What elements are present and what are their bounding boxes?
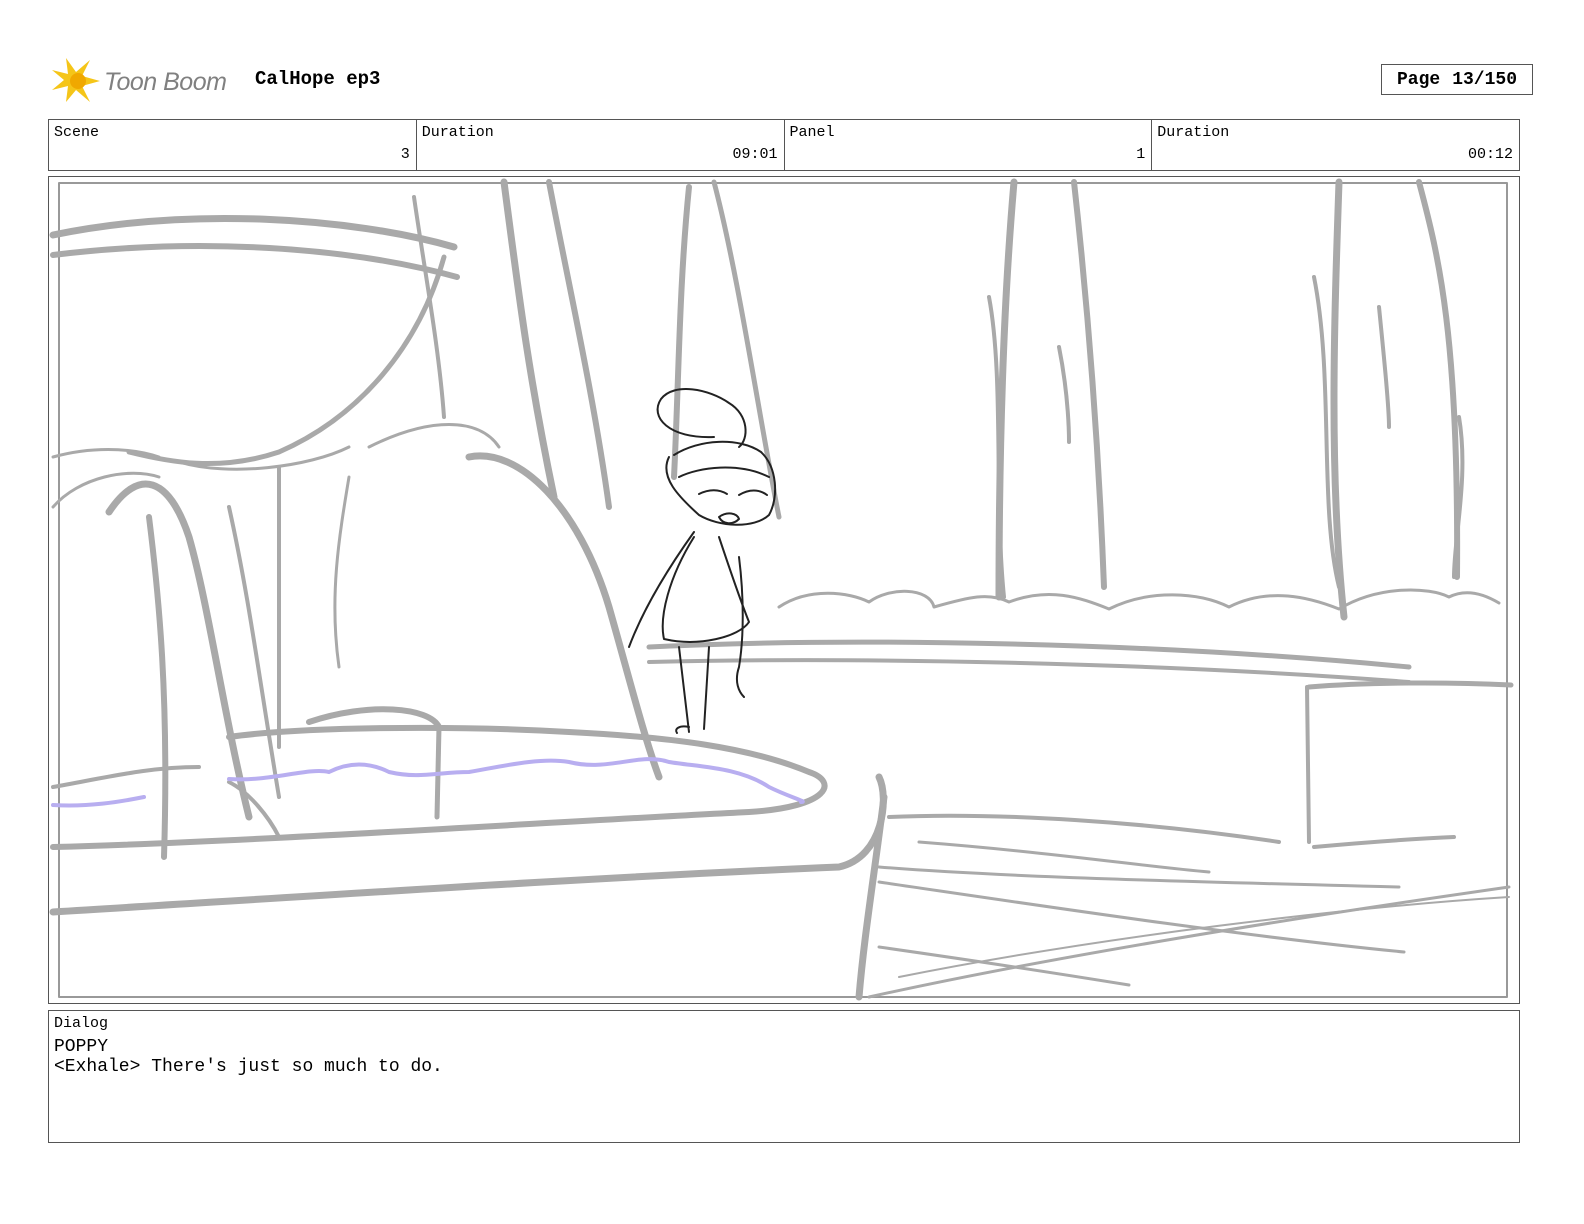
logo-text: Toon Boom [104, 68, 227, 96]
toon-boom-logo: Toon Boom [52, 56, 242, 106]
storyboard-panel [48, 176, 1520, 1004]
hair-bun [656, 388, 747, 448]
fountain-upper-bowl-rim [49, 215, 458, 251]
starburst-icon [52, 58, 100, 102]
dialog-speaker: POPPY [54, 1037, 109, 1057]
project-title: CalHope ep3 [255, 68, 381, 90]
scene-value: 3 [400, 146, 410, 163]
scene-label: Scene [54, 124, 100, 141]
panel-sketch [49, 178, 1514, 1001]
scene-duration-cell: Duration 09:01 [417, 120, 785, 170]
panel-label: Panel [789, 124, 835, 141]
panel-duration-value: 00:12 [1467, 146, 1513, 163]
safe-frame [58, 182, 1508, 998]
storyboard-header: Toon Boom CalHope ep3 Page 13/150 [52, 52, 1536, 112]
tree-trunk [500, 178, 558, 501]
character-poppy [628, 388, 777, 734]
panel-duration-label: Duration [1157, 124, 1230, 141]
scene-cell: Scene 3 [49, 120, 417, 170]
page-label: Page [1396, 69, 1441, 90]
page-indicator: Page 13/150 [1381, 64, 1533, 95]
panel-duration-cell: Duration 00:12 [1152, 120, 1519, 170]
page-number: 13/150 [1452, 69, 1518, 90]
panel-cell: Panel 1 [785, 120, 1153, 170]
dialog-label: Dialog [54, 1015, 109, 1032]
panel-value: 1 [1136, 146, 1146, 163]
dialog-box: Dialog POPPY <Exhale> There's just so mu… [48, 1010, 1520, 1143]
scene-duration-value: 09:01 [732, 146, 778, 163]
dialog-line: <Exhale> There's just so much to do. [54, 1057, 443, 1077]
scene-info-table: Scene 3 Duration 09:01 Panel 1 Duration … [48, 119, 1520, 171]
scene-duration-label: Duration [421, 124, 494, 141]
